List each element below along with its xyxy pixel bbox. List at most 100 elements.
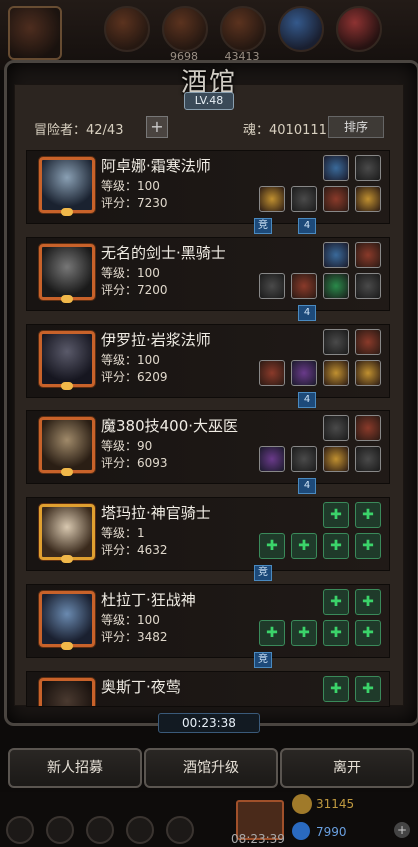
hero-portrait [39,157,95,216]
recruit-button[interactable]: 新人招募 [8,748,142,788]
nav-slot-icon[interactable] [86,816,114,844]
equipment-slot-icon[interactable] [259,273,285,299]
equipment-slot-icon[interactable] [323,415,349,441]
empty-slot-icon[interactable] [323,589,349,615]
empty-slot-icon[interactable] [323,533,349,559]
resource-slot-1-icon[interactable] [104,6,150,52]
tag-badge: 竞 [254,565,272,581]
empty-slot-icon[interactable] [259,620,285,646]
hero-portrait [39,244,95,303]
adventurer-count: 冒险者：42/43 [34,123,124,138]
hero-name: 阿卓娜·霜寒法师 [101,157,211,175]
chest-timer: 08:23:39 [231,832,285,846]
equipment-slot-icon[interactable] [323,446,349,472]
equipment-slot-icon[interactable] [291,360,317,386]
empty-slot-icon[interactable] [355,533,381,559]
hero-name: 杜拉丁·狂战神 [101,591,196,609]
level-badge: LV.48 [184,92,234,110]
moon-icon [61,555,73,563]
hero-portrait [39,417,95,476]
nav-slot-icon[interactable] [166,816,194,844]
empty-slot-icon[interactable] [323,676,349,702]
equipment-slot-icon[interactable] [355,329,381,355]
empty-slot-icon[interactable] [291,620,317,646]
soul-count: 魂：4010111 [243,123,327,138]
empty-slot-icon[interactable] [291,533,317,559]
hero-level: 等级：1 [101,526,145,540]
equipment-slot-icon[interactable] [291,186,317,212]
empty-slot-icon[interactable] [355,502,381,528]
equipment-slot-icon[interactable] [323,155,349,181]
equipment-slot-icon[interactable] [291,273,317,299]
hero-score: 评分：7200 [101,283,168,297]
info-bar: 冒险者：42/43 + 魂：4010111 排序 [28,116,390,138]
timer-bar: 00:23:38 [158,713,260,733]
hero-card[interactable]: 伊罗拉·岩浆法师 等级：100 评分：6209 [26,324,390,398]
hero-level: 等级：100 [101,266,160,280]
empty-slot-icon[interactable] [355,620,381,646]
hero-score: 评分：6209 [101,370,168,384]
equipment-slot-icon[interactable] [259,360,285,386]
equipment-slot-icon[interactable] [323,360,349,386]
equipment-slot-icon[interactable] [323,329,349,355]
gold-amount: 31145 [316,797,355,811]
hero-score: 评分：3482 [101,630,168,644]
resource-slot-4-icon[interactable] [278,6,324,52]
upgrade-tavern-button[interactable]: 酒馆升级 [144,748,278,788]
empty-slot-icon[interactable] [355,676,381,702]
hero-card[interactable]: 魔380技400·大巫医 等级：90 评分：6093 [26,410,390,484]
equipment-slot-icon[interactable] [355,415,381,441]
hero-level: 等级：100 [101,353,160,367]
equipment-slot-icon[interactable] [323,273,349,299]
hero-score: 评分：6093 [101,456,168,470]
equipment-slot-icon[interactable] [355,186,381,212]
equipment-slot-icon[interactable] [323,186,349,212]
tag-badge: 4 [298,392,316,408]
hero-portrait [39,591,95,650]
equipment-slot-icon[interactable] [355,273,381,299]
hero-card[interactable]: 无名的剑士·黑骑士 等级：100 评分：7200 [26,237,390,311]
equipment-slot-icon[interactable] [291,446,317,472]
add-slot-button[interactable]: + [146,116,168,138]
resource-slot-3-icon[interactable] [220,6,266,52]
tag-badge: 4 [298,218,316,234]
timer-text: 00:23:38 [182,716,236,730]
hero-card[interactable]: 奥斯丁·夜莺 [26,671,390,707]
empty-slot-icon[interactable] [323,620,349,646]
nav-slot-icon[interactable] [126,816,154,844]
hero-score: 评分：4632 [101,543,168,557]
hero-name: 无名的剑士·黑骑士 [101,244,226,262]
equipment-slot-icon[interactable] [355,155,381,181]
hero-level: 等级：100 [101,179,160,193]
leave-button[interactable]: 离开 [280,748,414,788]
empty-slot-icon[interactable] [355,589,381,615]
menu-icon[interactable] [8,6,62,60]
hero-name: 伊罗拉·岩浆法师 [101,331,211,349]
nav-slot-icon[interactable] [6,816,34,844]
add-gems-button[interactable]: + [394,822,410,838]
hero-name: 奥斯丁·夜莺 [101,678,181,696]
gem-amount: 7990 [316,825,347,839]
hero-portrait [39,678,95,706]
resource-slot-5-icon[interactable] [336,6,382,52]
gem-icon [292,822,310,840]
nav-slot-icon[interactable] [46,816,74,844]
equipment-slot-icon[interactable] [259,186,285,212]
moon-icon [61,468,73,476]
hero-level: 等级：100 [101,613,160,627]
equipment-slot-icon[interactable] [355,242,381,268]
moon-icon [61,208,73,216]
empty-slot-icon[interactable] [323,502,349,528]
equipment-slot-icon[interactable] [355,446,381,472]
empty-slot-icon[interactable] [259,533,285,559]
sort-button[interactable]: 排序 [328,116,384,138]
equipment-slot-icon[interactable] [355,360,381,386]
hero-card[interactable]: 杜拉丁·狂战神 等级：100 评分：3482 [26,584,390,658]
hero-card[interactable]: 阿卓娜·霜寒法师 等级：100 评分：7230 [26,150,390,224]
hero-card[interactable]: 塔玛拉·神官骑士 等级：1 评分：4632 [26,497,390,571]
hero-score: 评分：7230 [101,196,168,210]
moon-icon [61,382,73,390]
equipment-slot-icon[interactable] [259,446,285,472]
resource-slot-2-icon[interactable] [162,6,208,52]
equipment-slot-icon[interactable] [323,242,349,268]
